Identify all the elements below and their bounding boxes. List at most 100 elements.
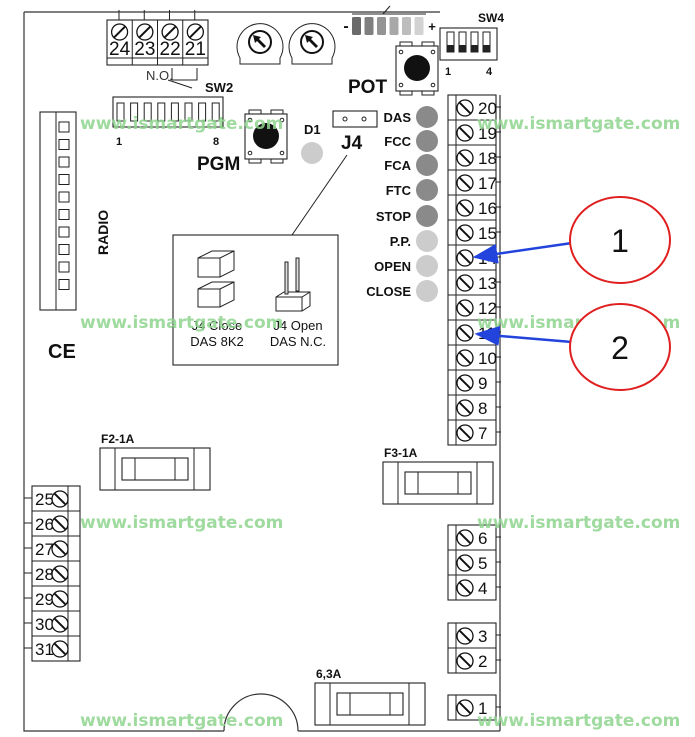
status-led — [416, 230, 438, 252]
status-led — [416, 130, 438, 152]
dip-knob — [483, 45, 490, 52]
dip-knob — [447, 45, 454, 52]
button-cap-icon — [404, 55, 430, 81]
terminal-label: 25 — [35, 490, 54, 509]
led-bar-segment — [352, 17, 361, 35]
terminal-label: 27 — [35, 540, 54, 559]
status-led — [416, 154, 438, 176]
hole — [279, 150, 285, 156]
status-led — [416, 280, 438, 302]
radio-pin — [58, 156, 70, 168]
hole — [430, 82, 436, 88]
terminal-label: 5 — [478, 554, 487, 573]
hole — [398, 49, 404, 55]
sw4-label: SW4 — [478, 11, 504, 25]
watermark: www.ismartgate.com — [477, 513, 680, 533]
terminal-label: 8 — [478, 399, 487, 418]
sw4-first: 1 — [445, 66, 451, 78]
hole — [398, 82, 404, 88]
radio-pin — [58, 174, 70, 185]
watermark: www.ismartgate.com — [80, 711, 283, 731]
terminal-label: 10 — [478, 349, 497, 368]
jumper-close-desc: DAS 8K2 — [190, 334, 243, 349]
fuse-cartridge — [404, 471, 472, 495]
led-bar-minus: - — [343, 18, 348, 35]
watermark: www.ismartgate.com — [80, 513, 283, 533]
terminal-label: 13 — [478, 274, 497, 293]
radio-connector — [39, 111, 77, 311]
sw2-first: 1 — [116, 136, 122, 148]
fuse-main-label: 6,3A — [316, 667, 342, 681]
terminal-label: 23 — [134, 39, 155, 60]
dip-knob — [459, 45, 466, 52]
status-led — [416, 255, 438, 277]
leader-line — [167, 79, 193, 89]
terminal-label: 18 — [478, 149, 497, 168]
radio-pin — [58, 209, 70, 220]
led-label: FCC — [384, 134, 411, 149]
led-label: OPEN — [374, 259, 411, 274]
terminal-label: 4 — [478, 579, 487, 598]
fuse-f3-label: F3-1A — [384, 446, 418, 460]
terminal-label: 22 — [160, 39, 181, 60]
pot-label: POT — [348, 77, 387, 98]
d1-led — [301, 142, 323, 164]
radio-pin — [58, 226, 70, 238]
terminal-label: 26 — [35, 515, 54, 534]
terminal-label: 21 — [185, 39, 206, 60]
jumper-open-header — [275, 291, 311, 312]
hole — [247, 150, 253, 156]
watermark: www.ismartgate.com — [80, 114, 283, 134]
pgm-label: PGM — [197, 154, 240, 175]
fuse-f2-label: F2-1A — [101, 432, 135, 446]
leader-line — [291, 154, 348, 236]
radio-pin — [58, 191, 70, 203]
sw2-last: 8 — [213, 136, 219, 148]
fuse-cartridge — [121, 457, 189, 481]
leader-line — [382, 5, 391, 15]
status-led — [416, 205, 438, 227]
led-label: FTC — [386, 183, 412, 198]
status-led — [416, 179, 438, 201]
control-board-diagram: 24 23 22 21 N.O. - + SW4 1 4 POT PGM SW2 1 8 D1 J4 DAS FCC… — [0, 0, 695, 737]
ce-mark: CE — [48, 341, 76, 363]
dip-knob — [471, 45, 478, 52]
radio-pin — [58, 121, 70, 133]
terminal-label: 3 — [478, 627, 487, 646]
terminal-label: 7 — [478, 424, 487, 443]
led-bar-plus: + — [428, 19, 436, 34]
terminal-label: 17 — [478, 174, 497, 193]
terminal-label: 31 — [35, 640, 54, 659]
terminal-label: 14 — [478, 249, 497, 268]
terminal-label: 2 — [478, 652, 487, 671]
led-label: FCA — [384, 158, 411, 173]
wiring-diagram: 24 23 22 21N.O.- +SW41 4POTPGMSW21 8D1J4DASFCC… — [23, 5, 680, 732]
led-bar-segment — [389, 17, 399, 35]
led-bar-segment — [377, 17, 386, 35]
jumper-closed-top — [197, 250, 235, 278]
radio-pin — [58, 139, 70, 150]
radio-label: RADIO — [95, 210, 111, 255]
led-label: DAS — [384, 110, 412, 125]
terminal-label: 24 — [109, 39, 131, 60]
led-label: CLOSE — [366, 284, 411, 299]
jumper-bracket — [171, 68, 198, 81]
pin — [361, 116, 367, 122]
led-bar-segment — [402, 17, 411, 35]
pin — [342, 116, 348, 122]
watermark: www.ismartgate.com — [477, 711, 680, 731]
watermark: www.ismartgate.com — [80, 313, 283, 333]
radio-pin — [58, 279, 70, 290]
sw2-label: SW2 — [205, 80, 233, 95]
callout-number: 1 — [611, 223, 629, 259]
fuse-cartridge — [336, 692, 404, 716]
terminal-label: 9 — [478, 374, 487, 393]
led-bar-segment — [364, 17, 374, 35]
j4-jumper — [332, 110, 378, 128]
d1-label: D1 — [304, 122, 321, 137]
radio-pin — [58, 244, 70, 255]
jumper-open-desc: DAS N.C. — [270, 334, 326, 349]
terminal-label: 30 — [35, 615, 54, 634]
terminal-label: 28 — [35, 565, 54, 584]
terminal-label: 16 — [478, 199, 497, 218]
